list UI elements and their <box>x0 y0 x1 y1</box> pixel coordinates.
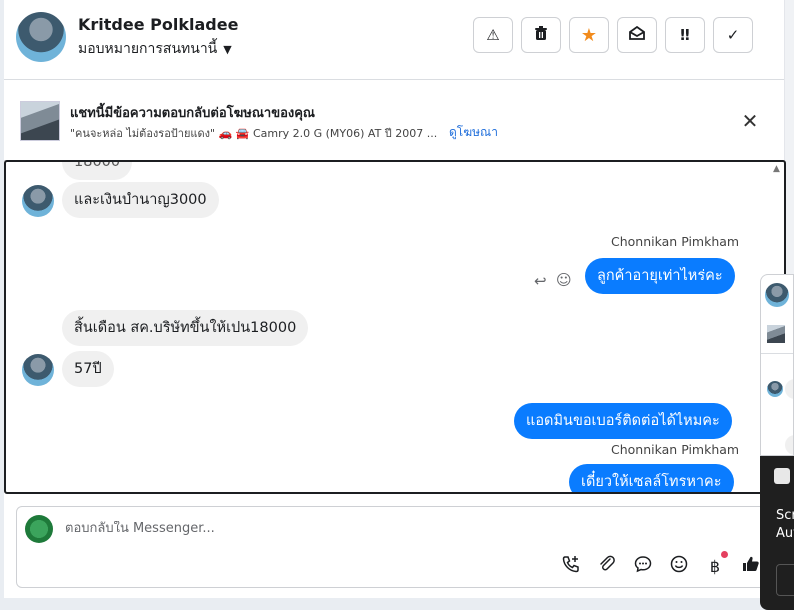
app-icon <box>774 468 790 484</box>
caret-down-icon: ▼ <box>223 42 232 56</box>
contact-avatar-small <box>22 185 54 217</box>
message-bubble-outgoing: เดี๋ยวให้เซลล์โทรหาคะ <box>569 464 734 492</box>
ad-banner-title: แชทนี้มีข้อความตอบกลับต่อโฆษณาของคุณ <box>70 106 315 121</box>
star-button[interactable]: ★ <box>569 17 609 53</box>
side-chat-popup[interactable] <box>760 274 794 456</box>
saved-reply-icon[interactable] <box>631 555 655 579</box>
contact-name[interactable]: Kritdee Polkladee <box>78 15 238 34</box>
ad-thumbnail[interactable] <box>20 101 60 141</box>
view-ad-link[interactable]: ดูโฆษณา <box>449 123 498 142</box>
popup-message-bubble <box>785 435 793 455</box>
star-icon: ★ <box>580 24 598 46</box>
toast-line-1: Scr <box>776 508 794 523</box>
assign-conversation-dropdown[interactable]: มอบหมายการสนทนานี้ ▼ <box>78 38 232 60</box>
emoji-icon[interactable] <box>667 555 691 579</box>
toast-line-2: Aut <box>776 526 794 541</box>
baht-payment-icon[interactable]: ฿ <box>703 555 727 579</box>
mark-done-button[interactable]: ✓ <box>713 17 753 53</box>
message-bubble-incoming: และเงินบำนาญ3000 <box>62 182 219 218</box>
follow-up-button[interactable]: ‼ <box>665 17 705 53</box>
checkmark-icon: ✓ <box>726 26 740 44</box>
message-bubble-incoming: 57ปี <box>62 351 114 387</box>
popup-avatar <box>765 283 789 307</box>
ad-reply-banner: แชทนี้มีข้อความตอบกลับต่อโฆษณาของคุณ "คน… <box>4 81 784 161</box>
notification-dot <box>721 551 728 558</box>
paperclip-icon[interactable] <box>595 555 619 579</box>
react-emoji-icon[interactable]: ☺ <box>556 271 572 289</box>
reply-arrow-icon[interactable]: ↩ <box>534 272 547 290</box>
contact-avatar-small <box>22 354 54 386</box>
close-icon[interactable]: ✕ <box>738 109 762 133</box>
report-spam-button[interactable]: ⚠ <box>473 17 513 53</box>
reply-composer: ฿ <box>16 506 780 588</box>
screenshot-toast: Scr Aut <box>760 456 794 610</box>
mark-unread-button[interactable] <box>617 17 657 53</box>
toast-button[interactable] <box>776 564 794 596</box>
message-bubble-outgoing: ลูกค้าอายุเท่าไหร่คะ <box>585 258 735 294</box>
delete-button[interactable] <box>521 17 561 53</box>
conversation-header: Kritdee Polkladee มอบหมายการสนทนานี้ ▼ ⚠… <box>4 0 784 80</box>
open-envelope-icon <box>629 25 645 44</box>
double-exclamation-icon: ‼ <box>680 26 690 44</box>
phone-add-icon[interactable] <box>559 555 583 579</box>
sender-name: Chonnikan Pimkham <box>611 442 740 457</box>
sender-name: Chonnikan Pimkham <box>611 234 740 249</box>
scroll-up-arrow-icon[interactable]: ▲ <box>773 164 780 174</box>
popup-divider <box>761 353 793 354</box>
trash-icon <box>534 25 548 45</box>
page-avatar <box>25 515 53 543</box>
reply-input[interactable] <box>65 521 565 536</box>
message-thread[interactable]: ▲ 18000 และเงินบำนาญ3000 Chonnikan Pimkh… <box>4 160 786 494</box>
popup-message-bubble <box>785 379 793 399</box>
popup-message-avatar <box>767 381 783 397</box>
message-bubble-incoming: สิ้นเดือน สค.บริษัทขึ้นให้เปน18000 <box>62 310 309 346</box>
assign-label: มอบหมายการสนทนานี้ <box>78 41 218 57</box>
message-bubble-incoming: 18000 <box>62 162 133 180</box>
message-bubble-outgoing: แอดมินขอเบอร์ติดต่อได้ไหมคะ <box>514 403 732 439</box>
warning-icon: ⚠ <box>486 26 500 44</box>
ad-banner-subtitle: "คนจะหล่อ ไม่ต้องรอป้ายแดง" 🚗 🚘 Camry 2.… <box>70 127 438 140</box>
contact-avatar[interactable] <box>16 12 66 62</box>
popup-ad-thumbnail <box>767 325 785 343</box>
